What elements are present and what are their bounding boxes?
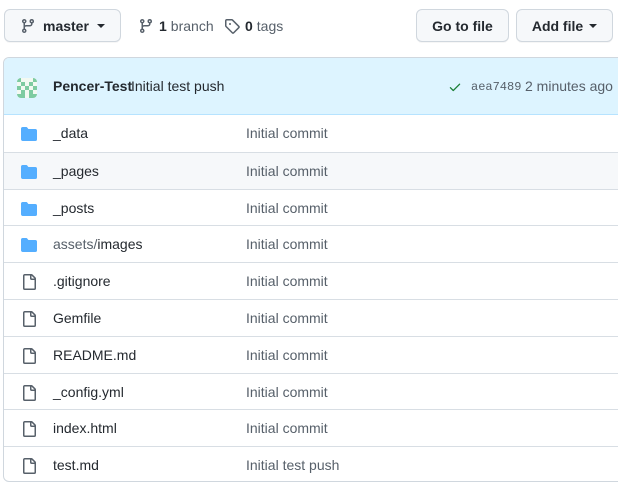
file-name-link[interactable]: _config.yml bbox=[53, 384, 124, 400]
commit-author-link[interactable]: Pencer-Test bbox=[53, 78, 132, 94]
file-commit-message-link[interactable]: Initial commit bbox=[246, 200, 328, 216]
file-browser: Pencer-Test Initial test push aea7489 2 … bbox=[3, 57, 618, 482]
file-name-link[interactable]: _data bbox=[53, 125, 88, 141]
file-row[interactable]: _config.yml Initial commit bbox=[4, 372, 618, 410]
tag-icon bbox=[225, 18, 240, 34]
file-name-link[interactable]: _pages bbox=[53, 163, 99, 179]
branch-name: master bbox=[43, 17, 89, 34]
commit-message-link[interactable]: Initial test push bbox=[131, 78, 224, 94]
tags-label: tags bbox=[256, 17, 284, 34]
add-file-label: Add file bbox=[531, 17, 584, 34]
file-icon bbox=[21, 421, 37, 438]
add-file-button[interactable]: Add file bbox=[516, 9, 613, 42]
file-name-link[interactable]: test.md bbox=[53, 457, 99, 473]
file-commit-message-link[interactable]: Initial commit bbox=[246, 163, 328, 179]
folder-icon bbox=[21, 201, 37, 217]
git-branch-icon bbox=[139, 18, 152, 33]
file-name[interactable]: index.html bbox=[53, 420, 117, 436]
file-path-prefix[interactable]: assets/ bbox=[53, 236, 97, 252]
file-row[interactable]: _pages Initial commit bbox=[4, 151, 618, 189]
file-commit-message-link[interactable]: Initial commit bbox=[246, 347, 328, 363]
repo-toolbar: master 1 branch 0 tags Go to file Add fi… bbox=[0, 0, 618, 56]
chevron-down-icon bbox=[96, 23, 105, 28]
commit-sha-link[interactable]: aea7489 bbox=[471, 80, 521, 94]
file-row[interactable]: _data Initial commit bbox=[4, 115, 618, 152]
file-name[interactable]: _posts bbox=[53, 200, 94, 216]
latest-commit-bar: Pencer-Test Initial test push aea7489 2 … bbox=[4, 58, 618, 115]
file-commit-message-link[interactable]: Initial commit bbox=[246, 310, 328, 326]
avatar[interactable] bbox=[17, 78, 37, 98]
file-icon bbox=[21, 458, 37, 475]
file-row[interactable]: _posts Initial commit bbox=[4, 188, 618, 226]
branches-count: 1 bbox=[159, 17, 167, 34]
go-to-file-button[interactable]: Go to file bbox=[416, 9, 509, 42]
folder-icon bbox=[21, 237, 37, 253]
branches-label: branch bbox=[170, 17, 214, 34]
file-name[interactable]: .gitignore bbox=[53, 273, 111, 289]
file-name[interactable]: test.md bbox=[53, 457, 99, 473]
commit-time: 2 minutes ago bbox=[525, 78, 613, 94]
file-name-link[interactable]: assets/images bbox=[53, 236, 143, 252]
file-row[interactable]: Gemfile Initial commit bbox=[4, 298, 618, 336]
file-name[interactable]: images bbox=[97, 236, 142, 252]
go-to-file-label: Go to file bbox=[432, 17, 493, 34]
file-row[interactable]: test.md Initial test push bbox=[4, 446, 618, 481]
tags-count: 0 bbox=[245, 17, 253, 34]
file-name[interactable]: _pages bbox=[53, 163, 99, 179]
file-commit-message-link[interactable]: Initial commit bbox=[246, 384, 328, 400]
file-name-link[interactable]: README.md bbox=[53, 347, 136, 363]
branches-link[interactable]: 1 branch bbox=[138, 9, 214, 42]
file-icon bbox=[21, 310, 37, 327]
file-name[interactable]: README.md bbox=[53, 347, 136, 363]
check-icon[interactable] bbox=[448, 80, 462, 94]
folder-icon bbox=[21, 126, 37, 142]
file-commit-message-link[interactable]: Initial commit bbox=[246, 273, 328, 289]
tags-link[interactable]: 0 tags bbox=[224, 9, 283, 42]
file-name-link[interactable]: .gitignore bbox=[53, 273, 111, 289]
chevron-down-icon bbox=[589, 23, 598, 28]
folder-icon bbox=[21, 164, 37, 180]
file-icon bbox=[21, 347, 37, 364]
file-name[interactable]: _data bbox=[53, 125, 88, 141]
file-list: _data Initial commit _pages Initial commit _… bbox=[4, 115, 618, 481]
file-name-link[interactable]: Gemfile bbox=[53, 310, 101, 326]
file-commit-message-link[interactable]: Initial test push bbox=[246, 457, 339, 473]
file-commit-message-link[interactable]: Initial commit bbox=[246, 236, 328, 252]
file-icon bbox=[21, 384, 37, 401]
file-row[interactable]: assets/images Initial commit bbox=[4, 225, 618, 262]
file-row[interactable]: .gitignore Initial commit bbox=[4, 262, 618, 299]
file-icon bbox=[21, 274, 37, 291]
branch-select-button[interactable]: master bbox=[4, 9, 121, 42]
file-name[interactable]: _config.yml bbox=[53, 384, 124, 400]
file-name-link[interactable]: _posts bbox=[53, 200, 94, 216]
file-row[interactable]: README.md Initial commit bbox=[4, 335, 618, 373]
file-row[interactable]: index.html Initial commit bbox=[4, 409, 618, 446]
file-commit-message-link[interactable]: Initial commit bbox=[246, 125, 328, 141]
git-branch-icon bbox=[21, 18, 34, 33]
file-commit-message-link[interactable]: Initial commit bbox=[246, 420, 328, 436]
file-name-link[interactable]: index.html bbox=[53, 420, 117, 436]
file-name[interactable]: Gemfile bbox=[53, 310, 101, 326]
